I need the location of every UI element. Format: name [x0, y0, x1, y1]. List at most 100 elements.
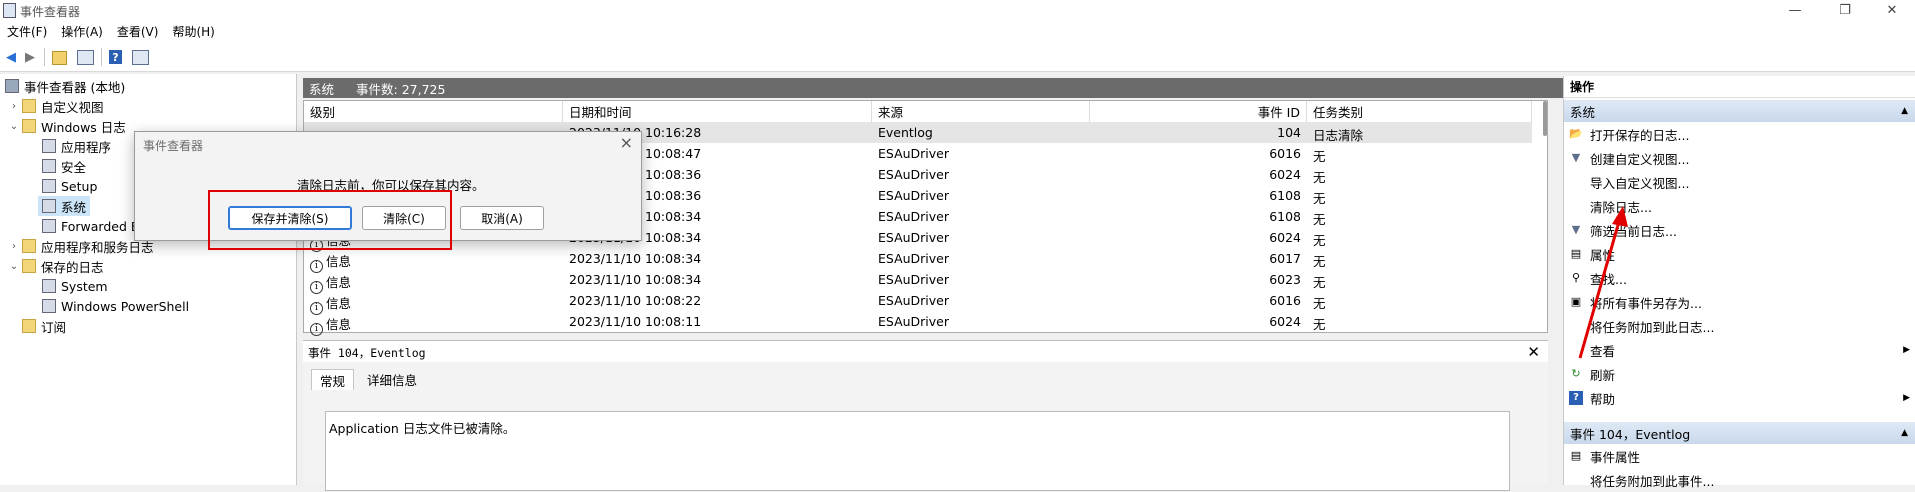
submenu-arrow-icon: ▶ — [1903, 345, 1910, 355]
save-and-clear-button[interactable]: 保存并清除(S) — [228, 206, 352, 230]
action-item[interactable]: ? 帮助 ▶ — [1564, 386, 1915, 410]
tree-item-saved-logs[interactable]: ⌄ 保存的日志 — [8, 256, 104, 276]
section-label: 系统 — [1570, 104, 1596, 120]
actions-title: 操作 — [1564, 76, 1915, 98]
cell-date: 2023/11/10 10:08:34 — [569, 272, 702, 287]
cell-source: ESAuDriver — [878, 209, 950, 224]
toolbar-separator — [44, 48, 45, 66]
forward-arrow-icon[interactable]: ▶ — [22, 49, 38, 65]
cell-source: ESAuDriver — [878, 272, 950, 287]
help-icon[interactable]: ? — [109, 50, 122, 64]
action-label: 导入自定义视图... — [1590, 175, 1690, 191]
action-item[interactable]: 导入自定义视图... — [1564, 170, 1915, 194]
clear-button[interactable]: 清除(C) — [362, 206, 446, 230]
tab-general[interactable]: 常规 — [311, 369, 355, 390]
cell-event-id: 6017 — [1269, 251, 1301, 266]
chevron-right-icon[interactable]: › — [8, 241, 20, 252]
cell-event-id: 6024 — [1269, 167, 1301, 182]
cell-date: 2023/11/10 10:08:11 — [569, 314, 702, 329]
cell-source: ESAuDriver — [878, 188, 950, 203]
toolbar-separator — [101, 48, 102, 66]
menu-view[interactable]: 查看(V) — [110, 23, 166, 40]
log-header: 系统 事件数: 27,725 — [303, 78, 1563, 98]
collapse-up-icon[interactable]: ▲ — [1901, 106, 1908, 116]
collapse-up-icon[interactable]: ▲ — [1901, 428, 1908, 438]
tab-details[interactable]: 详细信息 — [359, 369, 425, 389]
cell-source: ESAuDriver — [878, 230, 950, 245]
close-icon[interactable]: ✕ — [1527, 343, 1540, 361]
tree-label: 系统 — [61, 199, 87, 215]
level-text: 信息 — [326, 296, 352, 311]
tree-label: Setup — [61, 178, 98, 194]
folder-up-icon[interactable] — [52, 51, 67, 65]
log-icon — [42, 139, 56, 153]
action-item[interactable]: ▼ 创建自定义视图... — [1564, 146, 1915, 170]
tree-item-saved-system[interactable]: System — [40, 276, 108, 296]
tree-label: 订阅 — [41, 319, 67, 335]
properties-icon: ▤ — [1570, 449, 1582, 462]
maximize-button[interactable]: ❐ — [1825, 0, 1865, 20]
cell-category: 无 — [1313, 191, 1326, 206]
tree-item-windows-logs[interactable]: ⌄ Windows 日志 — [8, 116, 126, 136]
tree-label: 自定义视图 — [41, 99, 104, 115]
cell-event-id: 6108 — [1269, 209, 1301, 224]
column-header-date[interactable]: 日期和时间 — [563, 101, 872, 122]
tree-item-custom-views[interactable]: › 自定义视图 — [8, 96, 104, 116]
chevron-down-icon[interactable]: ⌄ — [8, 261, 20, 272]
cell-category: 无 — [1313, 317, 1326, 332]
grid-scrollbar[interactable] — [1543, 101, 1547, 136]
action-item[interactable]: 将任务附加到此事件... — [1564, 468, 1915, 492]
annotation-arrow — [1578, 206, 1628, 359]
open-log-icon: 📂 — [1569, 127, 1583, 140]
tree-item-application[interactable]: 应用程序 — [40, 136, 111, 156]
chevron-down-icon[interactable]: ⌄ — [8, 121, 20, 132]
tree-item-apps-services[interactable]: › 应用程序和服务日志 — [8, 236, 154, 256]
table-row[interactable]: i 信息 2023/11/10 10:08:34 ESAuDriver 无 6023 — [304, 269, 1532, 294]
column-header-event-id[interactable]: 事件 ID — [1090, 101, 1307, 122]
tree-item-setup[interactable]: Setup — [40, 176, 97, 196]
event-detail-header: 事件 104，Eventlog ✕ — [303, 340, 1548, 363]
info-icon: i — [310, 323, 323, 336]
cancel-button[interactable]: 取消(A) — [460, 206, 544, 230]
show-hide-tree-icon[interactable] — [77, 50, 94, 65]
minimize-button[interactable]: — — [1775, 0, 1815, 20]
chevron-right-icon[interactable]: › — [8, 101, 20, 112]
close-window-button[interactable]: ✕ — [1872, 0, 1912, 20]
tree-label: 保存的日志 — [41, 259, 104, 275]
toolbar: ◀ ▶ ? — [0, 42, 1915, 72]
properties-panel-icon[interactable] — [132, 50, 149, 65]
cell-event-id: 6024 — [1269, 230, 1301, 245]
level-text: 信息 — [326, 275, 352, 290]
log-title: 系统 — [309, 81, 335, 97]
cell-category: 无 — [1313, 149, 1326, 164]
tree-item-system[interactable]: 系统 — [38, 196, 90, 216]
table-row[interactable]: i 信息 2023/11/10 10:08:22 ESAuDriver 无 6016 — [304, 290, 1532, 315]
menu-file[interactable]: 文件(F) — [0, 23, 54, 40]
tree-item-root[interactable]: 事件查看器 (本地) — [3, 76, 125, 96]
cell-event-id: 6108 — [1269, 188, 1301, 203]
action-label: 事件属性 — [1590, 449, 1641, 465]
menu-action[interactable]: 操作(A) — [54, 23, 110, 40]
dialog-message: 清除日志前，你可以保存其内容。 — [297, 178, 485, 193]
column-header-source[interactable]: 来源 — [872, 101, 1090, 122]
tree-item-security[interactable]: 安全 — [40, 156, 86, 176]
actions-section-system[interactable]: 系统 ▲ — [1564, 100, 1915, 122]
cell-category: 无 — [1313, 296, 1326, 311]
log-icon — [42, 219, 56, 233]
menu-help[interactable]: 帮助(H) — [165, 23, 221, 40]
cell-source: ESAuDriver — [878, 293, 950, 308]
table-row[interactable]: i 信息 2023/11/10 10:08:11 ESAuDriver 无 6024 — [304, 311, 1532, 336]
cell-event-id: 6016 — [1269, 293, 1301, 308]
back-arrow-icon[interactable]: ◀ — [3, 49, 19, 65]
cell-date: 2023/11/10 10:08:34 — [569, 251, 702, 266]
close-icon[interactable]: × — [620, 133, 633, 152]
action-item[interactable]: ▤ 事件属性 — [1564, 444, 1915, 468]
subscriptions-icon — [22, 319, 36, 333]
actions-section-event[interactable]: 事件 104，Eventlog ▲ — [1564, 422, 1915, 444]
column-header-category[interactable]: 任务类别 — [1307, 101, 1532, 122]
action-item[interactable]: 📂 打开保存的日志... — [1564, 122, 1915, 146]
tree-item-subscriptions[interactable]: 订阅 — [20, 316, 66, 336]
table-row[interactable]: i 信息 2023/11/10 10:08:34 ESAuDriver 无 6017 — [304, 248, 1532, 273]
tree-item-saved-powershell[interactable]: Windows PowerShell — [40, 296, 189, 316]
column-header-level[interactable]: 级别 — [304, 101, 563, 122]
